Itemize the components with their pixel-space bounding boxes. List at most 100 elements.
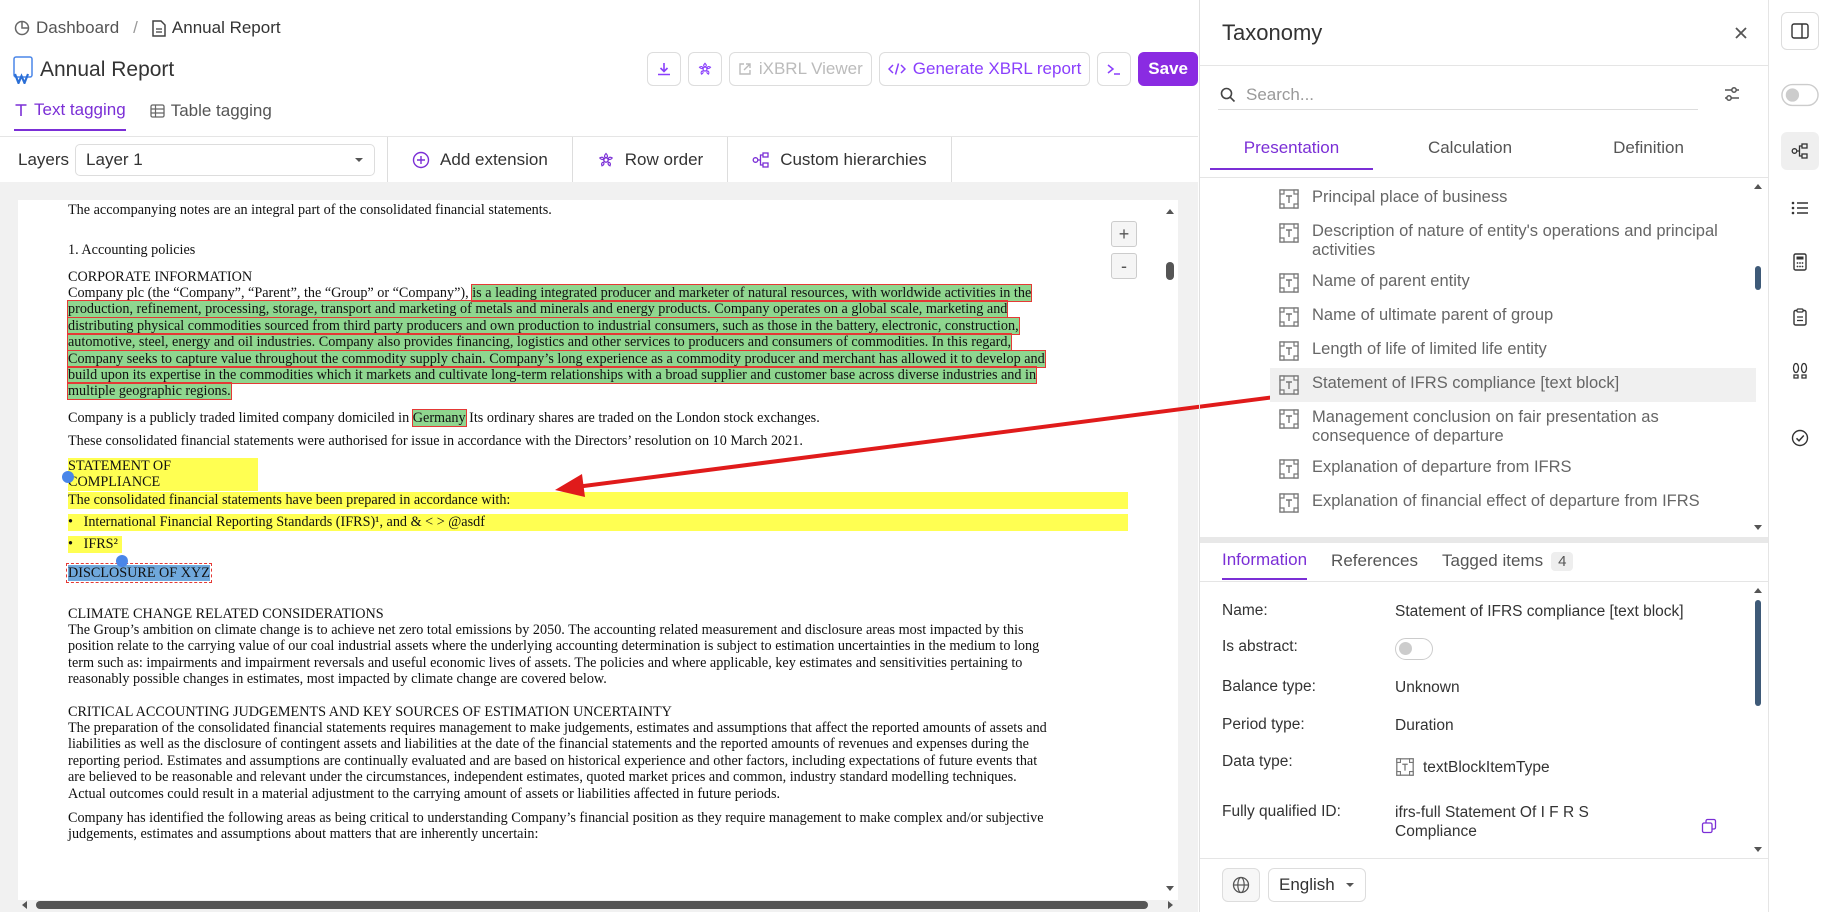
tab-text-tagging[interactable]: Text tagging: [14, 100, 126, 131]
language-select[interactable]: English: [1268, 868, 1366, 902]
tree-item[interactable]: Name of ultimate parent of group: [1270, 300, 1756, 334]
abstract-toggle[interactable]: [1395, 638, 1433, 660]
tree-item[interactable]: Name of parent entity: [1270, 266, 1756, 300]
tab-references[interactable]: References: [1331, 550, 1418, 580]
breadcrumb-current: Annual Report: [152, 18, 281, 38]
rail-check-button[interactable]: [1781, 419, 1819, 457]
document-page[interactable]: The accompanying notes are an integral p…: [18, 200, 1178, 900]
compliance-block[interactable]: STATEMENT OF COMPLIANCE The consolidated…: [68, 458, 1128, 553]
globe-icon: [1232, 876, 1250, 894]
caret-down-icon: [355, 157, 364, 162]
save-button[interactable]: Save: [1138, 52, 1198, 86]
globe-button[interactable]: [1222, 868, 1260, 902]
doc-text: Its ordinary shares are traded on the Lo…: [469, 410, 820, 426]
rail-list-button[interactable]: [1781, 189, 1819, 227]
layer-select[interactable]: Layer 1: [75, 143, 376, 176]
tagged-text-green[interactable]: build upon its expertise in the commodit…: [66, 366, 1038, 385]
selection-handle-end[interactable]: [116, 555, 128, 567]
document-icon: [152, 19, 166, 37]
tagged-text-blue[interactable]: DISCLOSURE OF XYZ: [66, 563, 212, 583]
rail-taxonomy-button[interactable]: [1781, 132, 1819, 170]
dashboard-icon: [14, 20, 30, 36]
tagged-text-green[interactable]: Company seeks to capture value throughou…: [67, 349, 1046, 368]
row-order-button[interactable]: Row order: [571, 137, 727, 182]
language-selector: English: [1222, 868, 1366, 902]
layers-label: Layers: [18, 149, 70, 169]
critical-paragraph: The preparation of the consolidated fina…: [68, 720, 1047, 802]
tab-calculation[interactable]: Calculation: [1389, 138, 1552, 170]
tree-item-label: Description of nature of entity's operat…: [1312, 222, 1718, 259]
close-icon[interactable]: [1733, 25, 1749, 41]
tree-item[interactable]: Management conclusion on fair presentati…: [1270, 402, 1756, 452]
breadcrumb: Dashboard / Annual Report: [14, 18, 281, 38]
taxonomy-tree[interactable]: Principal place of business Description …: [1270, 182, 1756, 534]
tree-item[interactable]: Explanation of departure from IFRS: [1270, 452, 1756, 486]
tree-item[interactable]: Description of nature of entity's operat…: [1270, 216, 1756, 266]
info-tabs: Information References Tagged items 4: [1222, 550, 1574, 580]
tree-item[interactable]: Principal place of business: [1270, 182, 1756, 216]
toggle-panel-button[interactable]: [1781, 12, 1819, 50]
tree-scrollbar[interactable]: [1752, 180, 1764, 534]
language-value: English: [1279, 875, 1335, 894]
search-input[interactable]: Search...: [1246, 85, 1314, 105]
document-vertical-scrollbar[interactable]: [1163, 205, 1177, 895]
selection-handle-start[interactable]: [62, 471, 74, 483]
doc-heading: 1. Accounting policies: [68, 242, 196, 258]
download-button[interactable]: [646, 52, 681, 86]
ixbrl-viewer-button[interactable]: iXBRL Viewer: [728, 52, 872, 86]
text-block-icon: [1279, 273, 1299, 293]
rail-footprints-button[interactable]: [1781, 352, 1819, 390]
tab-table-tagging-label: Table tagging: [170, 101, 272, 120]
tree-item[interactable]: Explanation of financial effect of depar…: [1270, 486, 1756, 520]
settings-button[interactable]: [687, 52, 722, 86]
filter-sliders-icon[interactable]: [1723, 85, 1741, 103]
tagged-text-green[interactable]: is a leading integrated producer and mar…: [471, 284, 1033, 302]
info-abstract-toggle-wrap: [1395, 638, 1433, 660]
doc-heading: CLIMATE CHANGE RELATED CONSIDERATIONS: [68, 606, 384, 622]
tagged-text-green[interactable]: automotive, steel, energy and oil indust…: [67, 333, 1012, 352]
rail-toggle[interactable]: [1781, 76, 1819, 114]
zoom-in-button[interactable]: +: [1111, 221, 1137, 247]
tree-item-selected[interactable]: Statement of IFRS compliance [text block…: [1270, 368, 1756, 402]
disclosure-heading[interactable]: DISCLOSURE OF XYZ: [66, 563, 212, 583]
caret-down-icon: [1345, 883, 1354, 887]
panel-splitter[interactable]: [1200, 537, 1768, 543]
ixbrl-viewer-label: iXBRL Viewer: [758, 59, 863, 78]
tab-tagged-items[interactable]: Tagged items 4: [1442, 550, 1574, 580]
footprints-icon: [1792, 362, 1808, 379]
tagged-text-green[interactable]: production, refinement, processing, stor…: [66, 300, 1009, 319]
identified-paragraph: Company has identified the following are…: [68, 810, 1044, 843]
doc-line: reasonably possible changes in estimates…: [68, 671, 607, 688]
rail-calculator-button[interactable]: [1781, 243, 1819, 281]
copy-icon[interactable]: [1701, 818, 1717, 834]
tab-table-tagging[interactable]: Table tagging: [150, 100, 272, 131]
tagged-text-green[interactable]: distributing physical commodities source…: [67, 316, 1020, 335]
document-horizontal-scrollbar[interactable]: [18, 898, 1178, 912]
tagged-text-green[interactable]: multiple geographic regions.: [67, 382, 232, 401]
doc-line: judgements, estimates and assumptions ab…: [68, 826, 539, 843]
custom-hierarchies-button[interactable]: Custom hierarchies: [727, 137, 952, 182]
breadcrumb-dashboard[interactable]: Dashboard: [14, 18, 119, 38]
zoom-out-button[interactable]: -: [1111, 253, 1137, 279]
add-extension-button[interactable]: Add extension: [387, 137, 572, 182]
tab-presentation[interactable]: Presentation: [1210, 138, 1373, 170]
tab-definition[interactable]: Definition: [1567, 138, 1730, 170]
panel-divider: [1199, 0, 1200, 912]
info-scrollbar[interactable]: [1752, 584, 1764, 856]
text-block-icon: [1279, 223, 1299, 243]
tagged-text-germany[interactable]: Germany: [411, 409, 467, 427]
tab-information[interactable]: Information: [1222, 550, 1308, 580]
info-period-label: Period type:: [1222, 716, 1305, 733]
tree-item-label: Management conclusion on fair presentati…: [1312, 408, 1659, 445]
tree-item-label: Length of life of limited life entity: [1312, 340, 1547, 358]
tree-item[interactable]: Length of life of limited life entity: [1270, 334, 1756, 368]
generate-xbrl-button[interactable]: Generate XBRL report: [878, 52, 1091, 86]
calculator-icon: [1793, 253, 1807, 271]
layer-select-value: Layer 1: [86, 149, 143, 169]
text-block-icon: [1279, 459, 1299, 479]
terminal-button[interactable]: [1097, 52, 1132, 86]
text-block-icon: [1279, 493, 1299, 513]
tree-item-label: Explanation of financial effect of depar…: [1312, 492, 1700, 510]
taxonomy-search[interactable]: Search...: [1218, 80, 1698, 110]
rail-clipboard-button[interactable]: [1781, 298, 1819, 336]
